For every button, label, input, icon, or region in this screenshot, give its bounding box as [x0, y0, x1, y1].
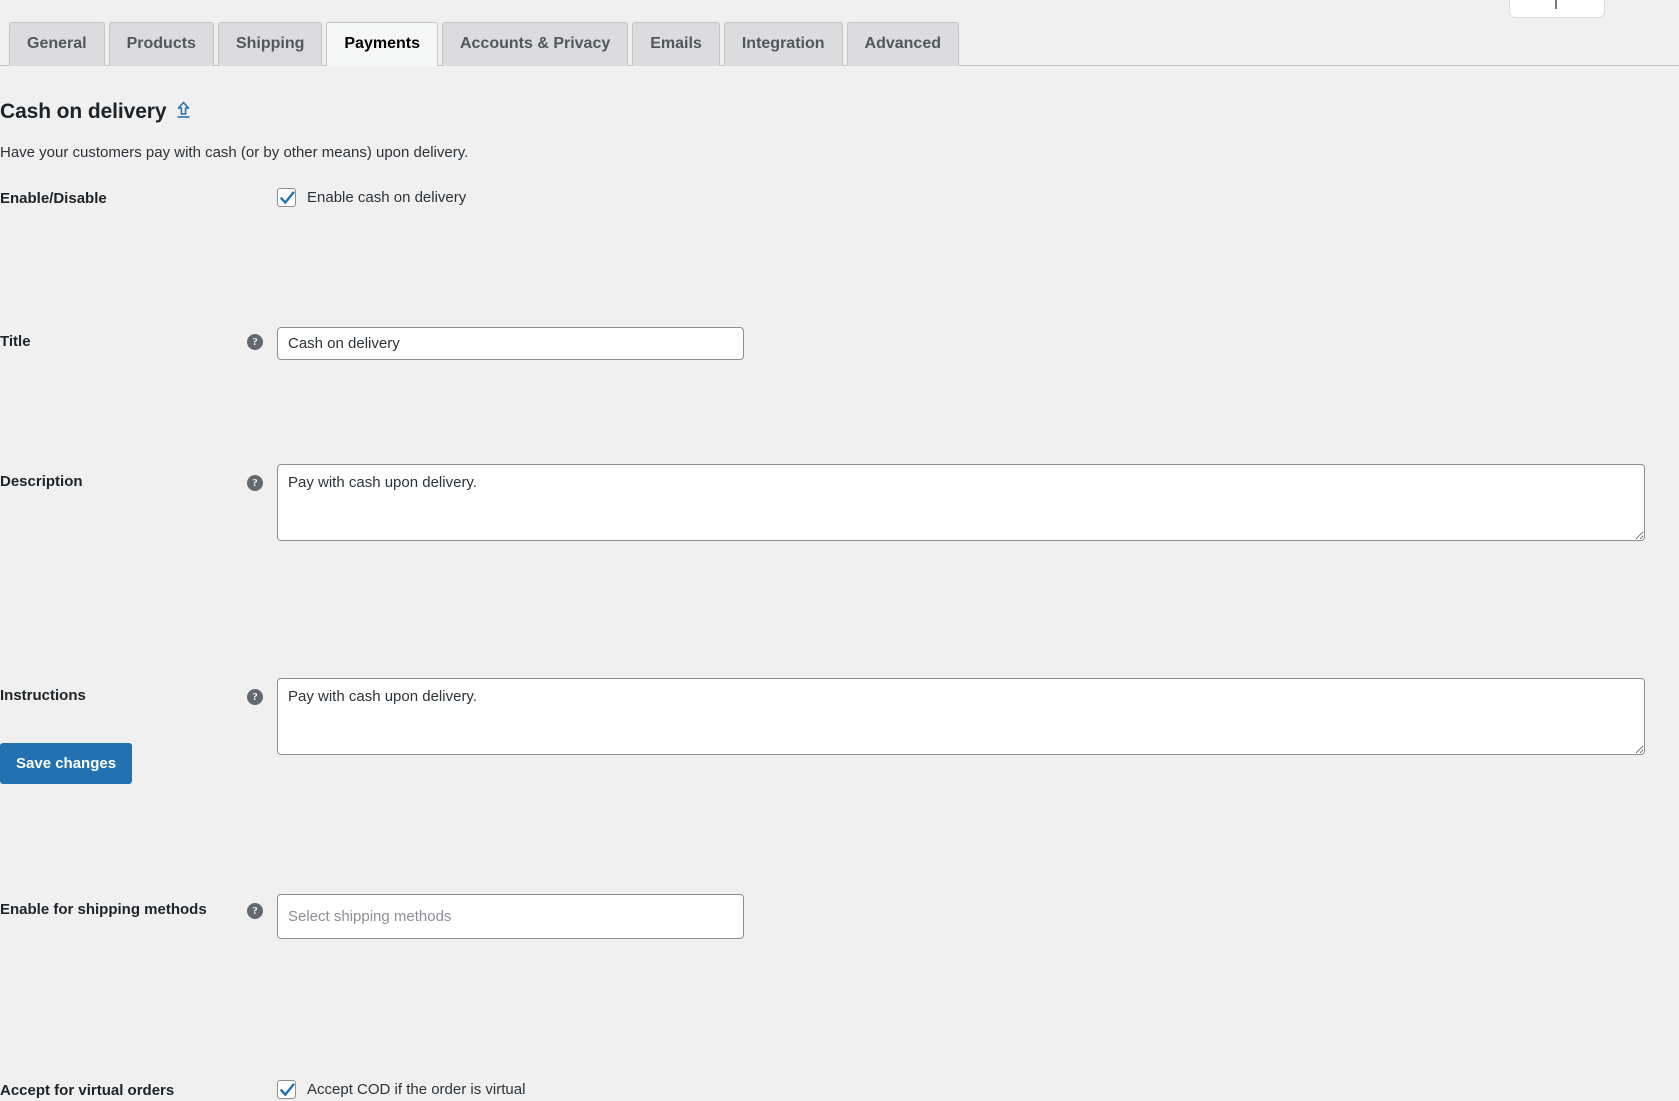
- text-caret: [1555, 0, 1557, 9]
- row-instructions: Instructions ? Pay with cash upon delive…: [0, 425, 1679, 755]
- page-description: Have your customers pay with cash (or by…: [0, 144, 469, 161]
- label-instructions: Instructions: [0, 687, 86, 704]
- page-title: Cash on delivery: [0, 99, 192, 124]
- label-shipping-methods: Enable for shipping methods: [0, 901, 207, 918]
- page-title-text: Cash on delivery: [0, 100, 167, 124]
- enable-cod-checkbox[interactable]: [277, 188, 296, 207]
- tab-advanced[interactable]: Advanced: [846, 22, 959, 66]
- tab-shipping[interactable]: Shipping: [217, 22, 323, 66]
- row-shipping-methods: Enable for shipping methods ? Select shi…: [0, 532, 1679, 939]
- row-virtual-orders: Accept for virtual orders Accept COD if …: [0, 626, 1679, 1099]
- help-icon-shipping-methods[interactable]: ?: [247, 903, 263, 919]
- label-virtual-orders: Accept for virtual orders: [0, 1082, 175, 1099]
- enable-cod-checkbox-label[interactable]: Enable cash on delivery: [307, 189, 466, 206]
- help-icon-instructions[interactable]: ?: [247, 689, 263, 705]
- tab-payments[interactable]: Payments: [326, 22, 438, 66]
- field-enable-disable: Enable cash on delivery: [277, 188, 466, 207]
- field-virtual-orders: Accept COD if the order is virtual: [277, 1080, 525, 1099]
- accept-virtual-orders-checkbox-label[interactable]: Accept COD if the order is virtual: [307, 1081, 525, 1098]
- row-enable-disable: Enable/Disable Enable cash on delivery: [0, 176, 1679, 248]
- top-right-partial-panel[interactable]: [1509, 0, 1605, 18]
- tab-integration[interactable]: Integration: [723, 22, 843, 66]
- tab-general[interactable]: General: [9, 22, 105, 66]
- tab-accounts-privacy[interactable]: Accounts & Privacy: [441, 22, 629, 66]
- instructions-textarea[interactable]: Pay with cash upon delivery.: [277, 678, 1645, 755]
- tab-products[interactable]: Products: [108, 22, 214, 66]
- accept-virtual-orders-checkbox[interactable]: [277, 1080, 296, 1099]
- shipping-methods-select[interactable]: Select shipping methods: [277, 894, 744, 939]
- save-changes-button[interactable]: Save changes: [0, 743, 133, 784]
- field-instructions: Pay with cash upon delivery.: [277, 678, 1645, 759]
- settings-tab-bar: General Products Shipping Payments Accounts …: [0, 22, 1679, 66]
- tab-emails[interactable]: Emails: [632, 22, 720, 66]
- settings-form: Enable/Disable Enable cash on delivery T…: [0, 176, 1679, 1099]
- row-title: Title ?: [0, 248, 1679, 360]
- row-description: Description ? Pay with cash upon deliver…: [0, 318, 1679, 541]
- return-arrow-icon[interactable]: [175, 100, 192, 119]
- label-enable-disable: Enable/Disable: [0, 190, 107, 207]
- field-shipping-methods: Select shipping methods: [277, 894, 744, 939]
